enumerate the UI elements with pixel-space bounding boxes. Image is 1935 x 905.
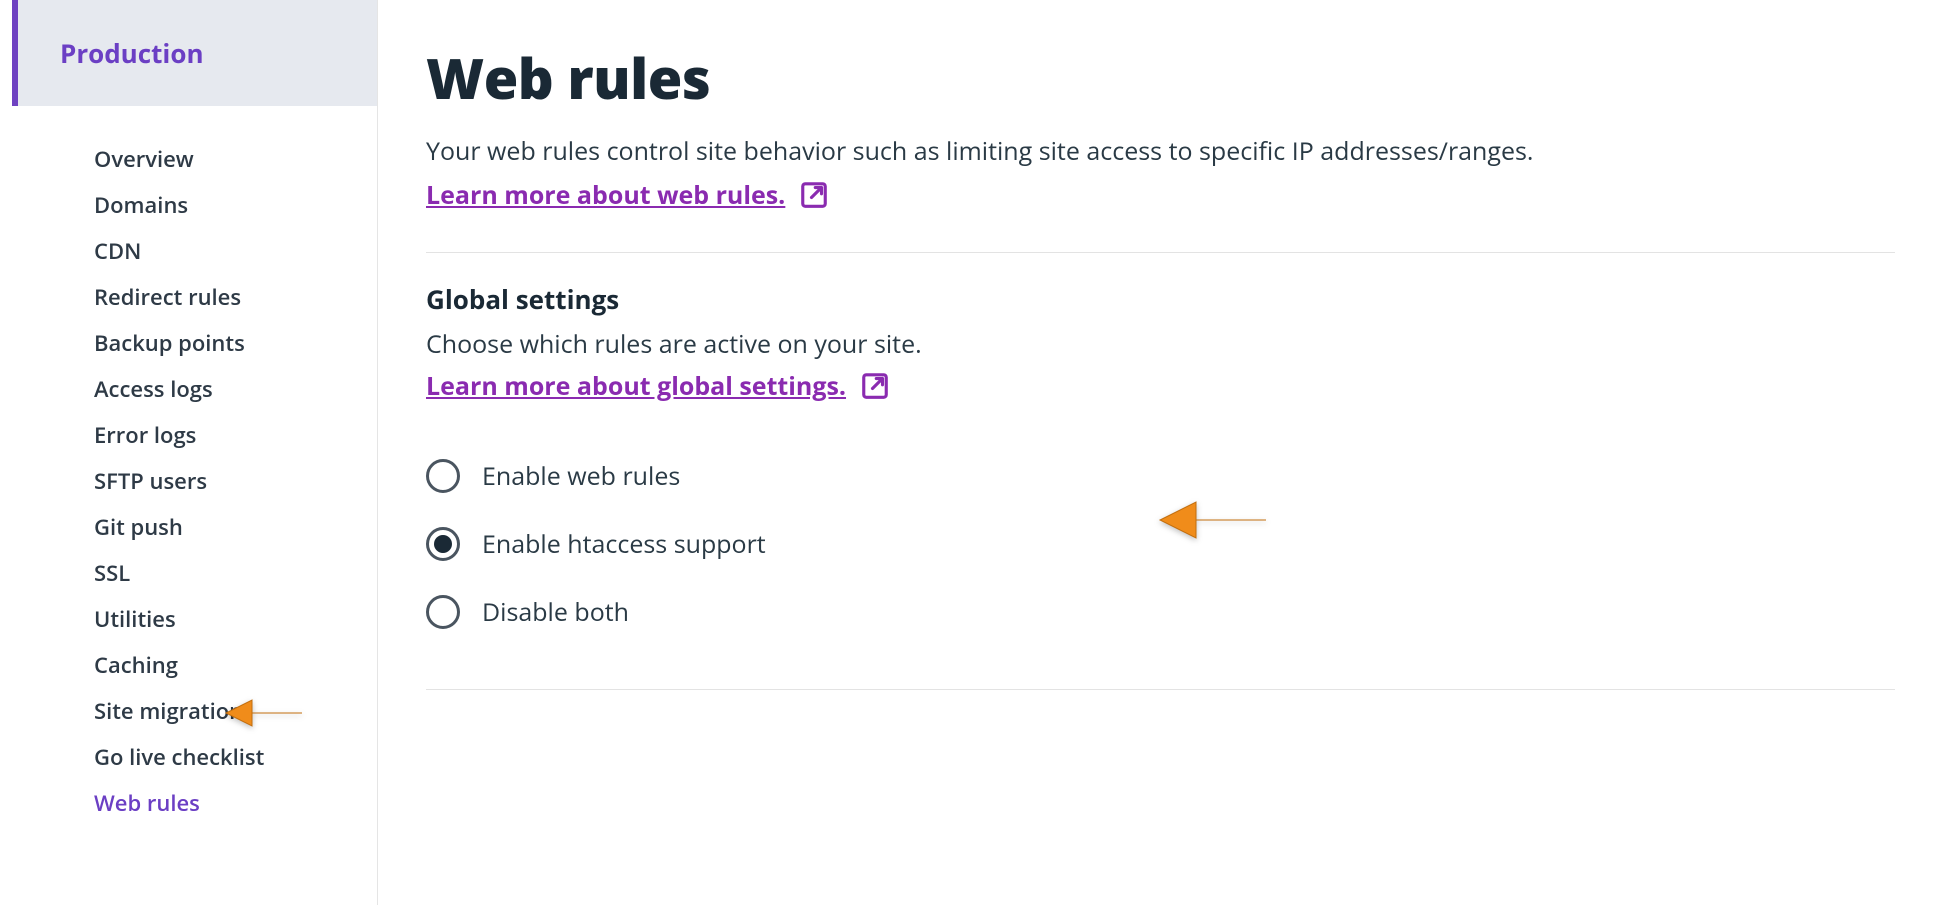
sidebar-item-label: CDN	[94, 236, 141, 266]
sidebar-item-label: Overview	[94, 144, 194, 174]
sidebar-item-sftp-users[interactable]: SFTP users	[94, 464, 377, 498]
sidebar-item-label: Error logs	[94, 420, 196, 450]
sidebar-item-utilities[interactable]: Utilities	[94, 602, 377, 636]
sidebar-items: Overview Domains CDN Redirect rules Back…	[12, 106, 377, 820]
section-divider	[426, 689, 1895, 690]
sidebar-item-label: Utilities	[94, 604, 176, 634]
app-root: Production Overview Domains CDN Redirect…	[0, 0, 1935, 905]
sidebar-item-backup-points[interactable]: Backup points	[94, 326, 377, 360]
external-link-icon	[860, 371, 890, 401]
sidebar-item-go-live-checklist[interactable]: Go live checklist	[94, 740, 377, 774]
radio-icon	[426, 527, 460, 561]
radio-enable-web-rules[interactable]: Enable web rules	[426, 459, 1895, 493]
radio-icon	[426, 595, 460, 629]
sidebar-item-web-rules[interactable]: Web rules	[94, 786, 377, 820]
sidebar-item-access-logs[interactable]: Access logs	[94, 372, 377, 406]
sidebar-item-label: Go live checklist	[94, 742, 264, 772]
sidebar-item-site-migration[interactable]: Site migration	[94, 694, 377, 728]
sidebar-item-error-logs[interactable]: Error logs	[94, 418, 377, 452]
sidebar-item-label: Web rules	[94, 788, 200, 818]
global-settings-subtitle: Choose which rules are active on your si…	[426, 327, 1895, 361]
sidebar-item-label: Backup points	[94, 328, 245, 358]
sidebar-item-ssl[interactable]: SSL	[94, 556, 377, 590]
page-subtitle: Your web rules control site behavior suc…	[426, 134, 1895, 168]
sidebar-item-label: Git push	[94, 512, 183, 542]
sidebar-item-label: Access logs	[94, 374, 213, 404]
sidebar: Production Overview Domains CDN Redirect…	[12, 0, 378, 905]
sidebar-item-cdn[interactable]: CDN	[94, 234, 377, 268]
radio-label: Enable htaccess support	[482, 527, 766, 561]
radio-icon	[426, 459, 460, 493]
sidebar-item-label: Site migration	[94, 696, 243, 726]
learn-more-link-label: Learn more about web rules.	[426, 178, 785, 212]
radio-disable-both[interactable]: Disable both	[426, 595, 1895, 629]
sidebar-item-domains[interactable]: Domains	[94, 188, 377, 222]
page-title: Web rules	[426, 40, 1895, 116]
sidebar-header-label: Production	[60, 35, 204, 71]
sidebar-item-label: SFTP users	[94, 466, 207, 496]
sidebar-header[interactable]: Production	[12, 0, 377, 106]
sidebar-item-label: Redirect rules	[94, 282, 241, 312]
main-content: Web rules Your web rules control site be…	[378, 0, 1935, 905]
radio-label: Disable both	[482, 595, 629, 629]
sidebar-item-label: SSL	[94, 558, 130, 588]
external-link-icon	[799, 180, 829, 210]
learn-more-global-settings-link[interactable]: Learn more about global settings.	[426, 369, 890, 403]
sidebar-item-caching[interactable]: Caching	[94, 648, 377, 682]
learn-more-link-label: Learn more about global settings.	[426, 369, 846, 403]
sidebar-item-overview[interactable]: Overview	[94, 142, 377, 176]
global-settings-heading: Global settings	[426, 281, 1895, 317]
global-settings-radio-group: Enable web rules Enable htaccess support…	[426, 459, 1895, 629]
radio-label: Enable web rules	[482, 459, 680, 493]
learn-more-web-rules-link[interactable]: Learn more about web rules.	[426, 178, 829, 212]
sidebar-item-label: Caching	[94, 650, 178, 680]
sidebar-item-label: Domains	[94, 190, 188, 220]
sidebar-item-git-push[interactable]: Git push	[94, 510, 377, 544]
section-divider	[426, 252, 1895, 253]
sidebar-item-redirect-rules[interactable]: Redirect rules	[94, 280, 377, 314]
radio-enable-htaccess[interactable]: Enable htaccess support	[426, 527, 1895, 561]
